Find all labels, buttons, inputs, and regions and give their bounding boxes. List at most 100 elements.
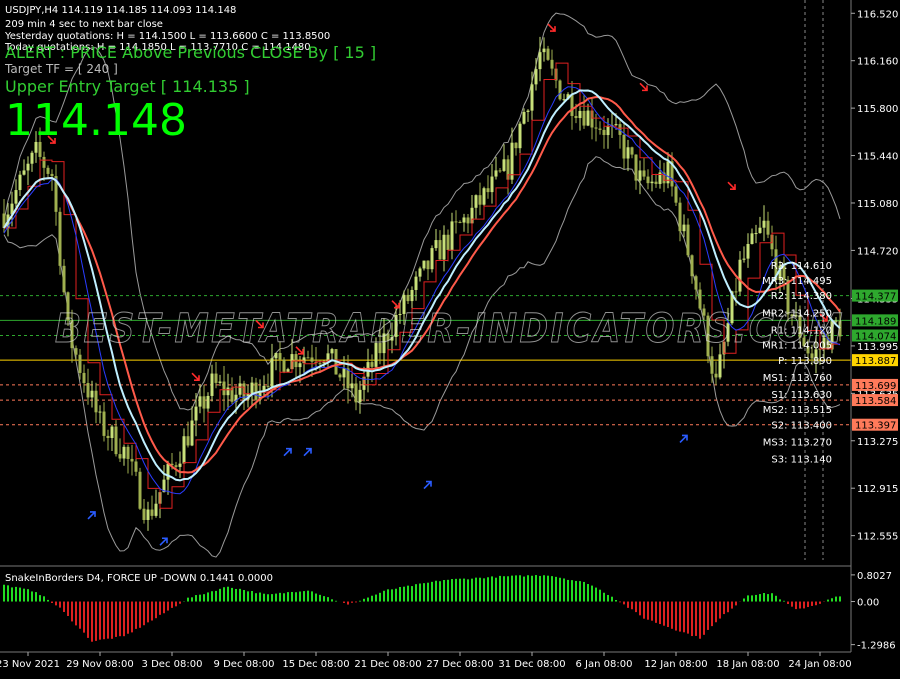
candle-body	[250, 382, 254, 394]
candle-body	[318, 363, 322, 365]
price-tick-label: 114.720	[857, 246, 898, 257]
candle-body	[206, 395, 210, 409]
candle-body	[358, 389, 362, 403]
candle-body	[434, 240, 438, 249]
candle-body	[694, 276, 698, 290]
pivot-label: MS2: 113.515	[763, 405, 832, 416]
candle-body	[42, 156, 46, 168]
time-tick-label: 3 Dec 08:00	[142, 659, 203, 670]
trading-chart[interactable]: BEST-METATRADER-INDICATORS.COM R3: 114.6…	[0, 0, 900, 675]
candle-body	[498, 170, 502, 172]
level-tag-text: 114.189	[855, 316, 896, 327]
watermark: BEST-METATRADER-INDICATORS.COM	[55, 306, 845, 352]
candle-body	[102, 411, 106, 436]
candle-body	[194, 406, 198, 421]
candle-body	[642, 170, 646, 177]
candle-body	[538, 52, 542, 70]
candle-body	[210, 373, 214, 396]
pivot-label: S2: 113.400	[771, 420, 832, 431]
candle-body	[462, 217, 466, 223]
candle-body	[306, 357, 310, 359]
candle-body	[762, 220, 766, 228]
candle-body	[310, 357, 314, 362]
candle-body	[174, 465, 178, 467]
candle-body	[450, 221, 454, 250]
big-price: 114.148	[5, 95, 187, 146]
candle-body	[58, 211, 62, 266]
time-tick-label: 9 Dec 08:00	[214, 659, 275, 670]
candle-body	[626, 147, 630, 159]
candle-body	[270, 358, 274, 387]
candle-body	[422, 260, 426, 269]
candle-body	[682, 224, 686, 232]
candle-body	[430, 248, 434, 270]
price-tick-label: 116.160	[857, 57, 898, 68]
candle-body	[254, 382, 258, 400]
candle-body	[82, 372, 86, 384]
symbol-line: USDJPY,H4 114.119 114.185 114.093 114.14…	[5, 5, 237, 16]
time-tick-label: 18 Jan 08:00	[716, 659, 779, 670]
level-tag-text: 113.397	[855, 421, 896, 432]
yesterday-quotes: Yesterday quotations: H = 114.1500 L = 1…	[5, 31, 331, 42]
candle-body	[594, 127, 598, 129]
price-tick-label: 116.520	[857, 9, 898, 20]
sub-tick-label: 0.8027	[857, 571, 892, 582]
candle-body	[14, 190, 18, 204]
candle-body	[586, 110, 590, 126]
candle-body	[714, 373, 718, 378]
candle-body	[354, 383, 358, 403]
candle-body	[222, 381, 226, 396]
candle-body	[418, 268, 422, 277]
candle-body	[442, 234, 446, 260]
candle-body	[758, 227, 762, 234]
candle-body	[426, 260, 430, 270]
candle-body	[298, 363, 302, 368]
candle-body	[166, 463, 170, 480]
candle-body	[482, 188, 486, 205]
candle-body	[454, 221, 458, 223]
candle-body	[406, 294, 410, 302]
price-tick-label: 115.080	[857, 199, 898, 210]
candle-body	[138, 471, 142, 509]
candle-body	[654, 181, 658, 184]
level-tag-text: 114.377	[855, 292, 896, 303]
candle-body	[98, 411, 102, 413]
candle-body	[514, 142, 518, 149]
candle-body	[86, 383, 90, 398]
subwindow-title: SnakeInBorders D4, FORCE UP -DOWN 0.1441…	[5, 573, 273, 584]
candle-body	[190, 420, 194, 446]
candle-body	[414, 276, 418, 290]
candle-body	[526, 110, 530, 112]
candle-body	[686, 224, 690, 256]
candle-body	[22, 170, 26, 175]
candle-body	[738, 259, 742, 292]
sub-tick-label: 0.00	[857, 598, 879, 609]
candle-body	[198, 396, 202, 407]
candle-body	[634, 154, 638, 181]
candle-body	[78, 354, 82, 373]
candle-body	[218, 381, 222, 383]
time-tick-label: 12 Jan 08:00	[644, 659, 707, 670]
candle-body	[154, 503, 158, 516]
candle-body	[710, 356, 714, 374]
candle-body	[510, 142, 514, 180]
level-tag-text: 114.074	[855, 332, 896, 343]
candle-body	[238, 383, 242, 395]
candle-body	[742, 258, 746, 260]
pivot-label: R3: 114.610	[771, 261, 832, 272]
candle-body	[638, 170, 642, 181]
candle-body	[18, 174, 22, 191]
candle-body	[602, 129, 606, 136]
price-tick-label: 115.440	[857, 152, 898, 163]
price-tick-label: 115.800	[857, 104, 898, 115]
candle-body	[30, 152, 34, 164]
candle-body	[214, 373, 218, 383]
pivot-label: R1: 114.120	[771, 325, 832, 336]
candle-body	[226, 387, 230, 396]
candle-body	[530, 84, 534, 111]
candle-body	[182, 436, 186, 464]
candle-body	[338, 374, 342, 378]
candle-body	[766, 220, 770, 235]
candle-body	[502, 159, 506, 171]
candle-body	[518, 123, 522, 149]
